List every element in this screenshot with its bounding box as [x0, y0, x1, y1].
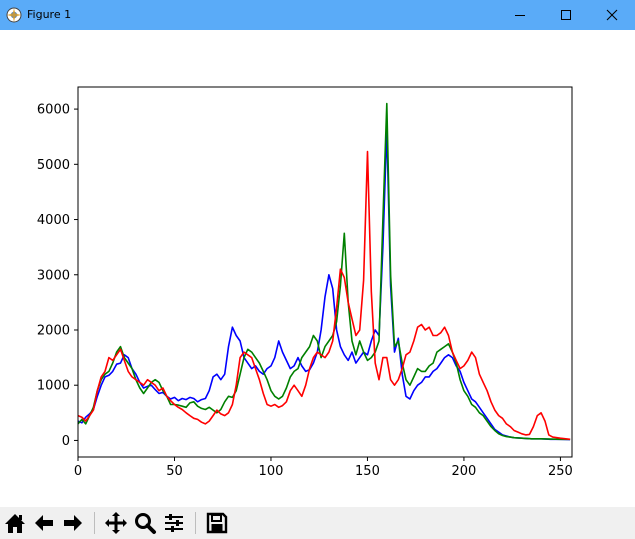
configure-subplots-icon: [165, 514, 183, 532]
toolbar-separator: [94, 512, 95, 534]
window-title: Figure 1: [27, 8, 72, 21]
save-button[interactable]: [204, 510, 230, 536]
save-icon: [206, 512, 228, 534]
pan-icon: [105, 512, 127, 534]
axes-frame: [77, 86, 573, 458]
pan-button[interactable]: [103, 510, 129, 536]
minimize-icon: [515, 15, 525, 16]
y-tick-label: 5000: [37, 158, 70, 173]
x-tick-label: 100: [259, 464, 284, 479]
series-line-0: [77, 127, 571, 441]
zoom-button[interactable]: [132, 510, 158, 536]
y-tick-label: 1000: [37, 379, 70, 394]
series-line-2: [77, 150, 571, 441]
close-button[interactable]: [589, 0, 635, 30]
x-tick-label: 250: [548, 464, 573, 479]
x-tick-label: 200: [452, 464, 477, 479]
x-tick-label: 0: [74, 464, 82, 479]
y-tick-label: 4000: [37, 213, 70, 228]
forward-button[interactable]: [60, 510, 86, 536]
maximize-button[interactable]: [543, 0, 589, 30]
y-tick-label: 2000: [37, 323, 70, 338]
y-tick-label: 3000: [37, 268, 70, 283]
minimize-button[interactable]: [497, 0, 543, 30]
x-tick-label: 50: [166, 464, 183, 479]
home-button[interactable]: [2, 510, 28, 536]
x-tick-label: 150: [355, 464, 380, 479]
back-icon: [35, 515, 53, 531]
close-icon: [606, 9, 618, 21]
y-tick-label: 6000: [37, 103, 70, 118]
forward-icon: [64, 515, 82, 531]
toolbar-separator: [195, 512, 196, 534]
home-icon: [5, 514, 25, 533]
configure-subplots-button[interactable]: [161, 510, 187, 536]
zoom-icon: [135, 513, 156, 534]
navigation-toolbar: [0, 507, 635, 539]
y-tick-label: 0: [62, 434, 70, 449]
back-button[interactable]: [31, 510, 57, 536]
app-icon: [6, 7, 22, 23]
histogram-chart: 0 50 100 150 200 250 0 1000 2000 3000 4000 5000 6000: [37, 86, 573, 479]
maximize-icon: [561, 10, 571, 20]
figure-canvas[interactable]: 0 50 100 150 200 250 0 1000 2000 3000 4000 5000 6000: [0, 30, 635, 507]
series-line-1: [77, 102, 571, 441]
window-titlebar: Figure 1: [0, 0, 635, 30]
